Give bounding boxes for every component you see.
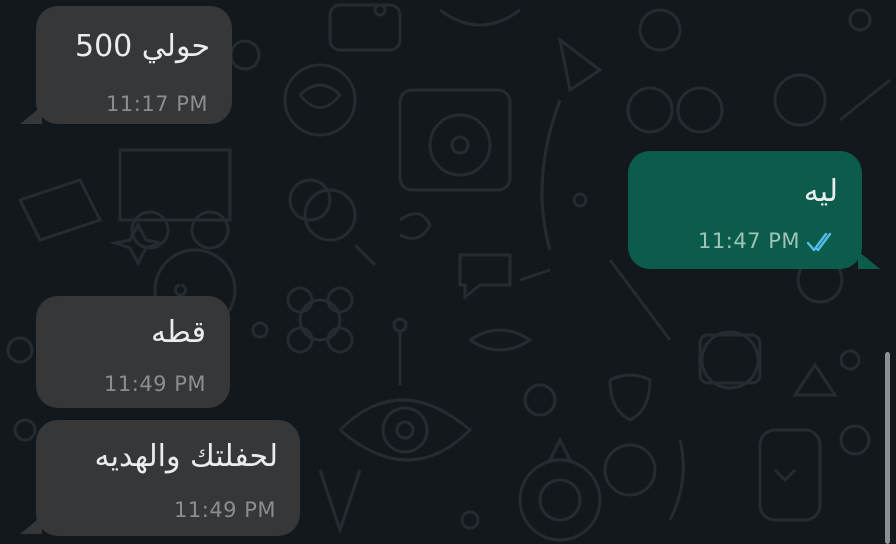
message-bubble-incoming[interactable]: حولي 500 11:17 PM [36,6,232,124]
chat-view[interactable]: حولي 500 11:17 PM ليه 11:47 PM قطه 11:49… [0,0,896,544]
message-text: ليه [803,174,838,209]
message-bubble-incoming[interactable]: لحفلتك والهديه 11:49 PM [36,420,300,536]
message-timestamp: 11:47 PM [698,229,800,253]
message-text: حولي 500 [75,29,210,64]
message-timestamp: 11:49 PM [174,498,276,522]
message-timestamp: 11:17 PM [106,92,208,116]
message-tail [20,106,42,124]
message-bubble-incoming[interactable]: قطه 11:49 PM [36,296,230,408]
message-timestamp: 11:49 PM [104,372,206,396]
message-text: قطه [150,315,206,350]
message-bubble-outgoing[interactable]: ليه 11:47 PM [628,151,862,269]
double-check-read-icon [806,232,832,252]
message-tail [858,251,880,269]
message-tail [20,516,42,534]
message-text: لحفلتك والهديه [94,439,278,474]
scrollbar[interactable] [885,352,890,544]
